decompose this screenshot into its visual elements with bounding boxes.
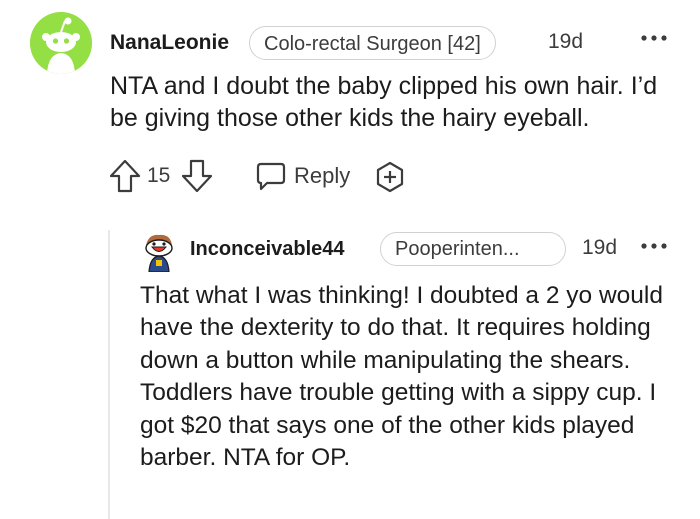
more-dots-icon bbox=[641, 35, 667, 41]
avatar[interactable] bbox=[30, 12, 92, 74]
reply-label: Reply bbox=[294, 163, 351, 188]
snoo-avatar-icon bbox=[145, 234, 173, 273]
award-button[interactable] bbox=[374, 160, 406, 194]
comment-author[interactable]: NanaLeonie bbox=[110, 31, 229, 55]
speech-bubble-icon bbox=[256, 162, 286, 191]
user-flair: Pooperinten... bbox=[380, 232, 566, 266]
comment-body: That what I was thinking! I doubted a 2 … bbox=[140, 282, 663, 472]
vote-score: 15 bbox=[147, 164, 171, 187]
user-flair: Colo-rectal Surgeon [42] bbox=[249, 26, 496, 60]
downvote-button[interactable] bbox=[180, 158, 214, 194]
comment-timestamp[interactable]: 19d bbox=[548, 30, 583, 54]
more-dots-icon bbox=[641, 243, 667, 249]
more-options-button[interactable] bbox=[640, 28, 668, 48]
thread-line[interactable] bbox=[108, 230, 110, 519]
arrow-down-icon bbox=[181, 159, 213, 193]
award-plus-icon bbox=[376, 161, 404, 193]
avatar[interactable] bbox=[140, 232, 178, 273]
upvote-button[interactable] bbox=[108, 158, 142, 194]
arrow-up-icon bbox=[109, 159, 141, 193]
more-options-button[interactable] bbox=[640, 236, 668, 256]
comment-author[interactable]: Inconceivable44 bbox=[190, 238, 345, 261]
comment-timestamp[interactable]: 19d bbox=[582, 236, 617, 260]
snoo-icon bbox=[30, 12, 92, 74]
comment-body: NTA and I doubt the baby clipped his own… bbox=[110, 72, 658, 132]
